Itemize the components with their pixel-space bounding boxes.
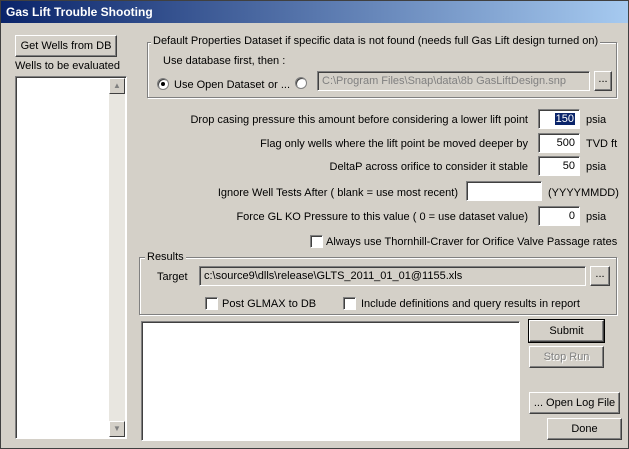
use-file-dataset-radio[interactable] [295,77,307,89]
get-wells-button[interactable]: Get Wells from DB [15,35,117,57]
use-open-dataset-label[interactable]: Use Open Dataset [174,78,265,92]
include-definitions-label[interactable]: Include definitions and query results in… [361,297,580,311]
deltap-unit: psia [586,161,607,173]
submit-button[interactable]: Submit [528,319,605,343]
drop-casing-label: Drop casing pressure this amount before … [190,114,528,126]
deltap-input[interactable]: 50 [538,156,580,176]
deltap-label: DeltaP across orifice to consider it sta… [329,161,529,173]
wells-list-scrollbar[interactable]: ▲ ▼ [109,78,125,437]
target-label: Target [157,271,188,283]
drop-casing-unit: psia [586,114,607,126]
dataset-browse-button[interactable]: ... [594,71,612,91]
flag-wells-unit: TVD ft [586,138,618,150]
wells-list-label: Wells to be evaluated [15,60,120,72]
done-button[interactable]: Done [547,418,622,440]
drop-casing-value: 150 [554,113,575,125]
stop-run-button[interactable]: Stop Run [529,346,604,368]
wells-list[interactable]: ▲ ▼ [15,76,127,439]
ignore-tests-input[interactable] [466,181,542,201]
thornhill-label[interactable]: Always use Thornhill-Craver for Orifice … [326,235,617,249]
target-path-field[interactable]: c:\source9\dlls\release\GLTS_2011_01_01@… [199,266,586,286]
scroll-up-icon[interactable]: ▲ [109,78,125,94]
ignore-tests-label: Ignore Well Tests After ( blank = use mo… [217,187,458,199]
open-log-file-button[interactable]: ... Open Log File [529,392,620,414]
dataset-path-field[interactable]: C:\Program Files\Snap\data\8b GasLiftDes… [317,71,590,91]
flag-wells-label: Flag only wells where the lift point be … [260,138,528,150]
results-group-label: Results [145,250,186,264]
dataset-hint: Use database first, then : [163,55,286,67]
force-ko-input[interactable]: 0 [538,206,580,226]
include-definitions-checkbox[interactable] [343,297,356,310]
drop-casing-input[interactable]: 150 [538,109,580,129]
title-bar: Gas Lift Trouble Shooting [1,1,628,23]
flag-wells-input[interactable]: 500 [538,133,580,153]
or-label: or ... [268,79,291,91]
post-glmax-label[interactable]: Post GLMAX to DB [222,297,316,311]
thornhill-checkbox[interactable] [310,235,323,248]
target-browse-button[interactable]: ... [590,266,610,286]
log-text-area[interactable] [141,321,520,441]
post-glmax-checkbox[interactable] [205,297,218,310]
scroll-down-icon[interactable]: ▼ [109,421,125,437]
force-ko-unit: psia [586,211,607,223]
gas-lift-window: Gas Lift Trouble Shooting Get Wells from… [0,0,629,449]
dataset-group-label: Default Properties Dataset if specific d… [151,34,601,48]
ignore-tests-unit: (YYYYMMDD) [548,187,619,199]
force-ko-label: Force GL KO Pressure to this value ( 0 =… [236,211,528,223]
use-open-dataset-radio[interactable] [157,78,169,90]
